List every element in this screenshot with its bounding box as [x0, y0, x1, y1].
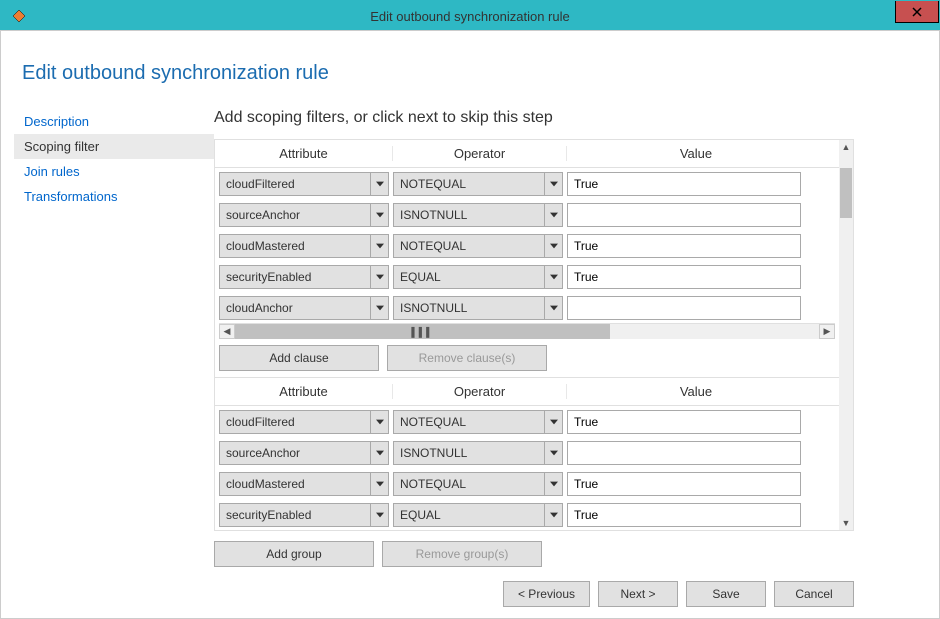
attribute-combo[interactable]: cloudFiltered	[219, 172, 389, 196]
clause-row: cloudFiltered NOTEQUAL	[215, 406, 839, 437]
save-button[interactable]: Save	[686, 581, 766, 607]
remove-clause-button[interactable]: Remove clause(s)	[387, 345, 547, 371]
value-input[interactable]	[567, 441, 801, 465]
attribute-combo[interactable]: sourceAnchor	[219, 203, 389, 227]
attribute-combo[interactable]: cloudMastered	[219, 472, 389, 496]
chevron-down-icon	[544, 473, 562, 495]
chevron-down-icon	[544, 235, 562, 257]
clause-row: securityEnabled EQUAL	[215, 261, 839, 292]
chevron-down-icon	[370, 297, 388, 319]
scoping-group: Attribute Operator Value cloudFiltered N…	[215, 377, 839, 530]
scoping-filter-groups: Attribute Operator Value cloudFiltered N…	[214, 139, 854, 531]
content-area: Add scoping filters, or click next to sk…	[214, 109, 926, 607]
chevron-down-icon	[370, 235, 388, 257]
column-value: Value	[567, 146, 825, 161]
chevron-down-icon	[370, 266, 388, 288]
value-input[interactable]	[567, 234, 801, 258]
clause-row: sourceAnchor ISNOTNULL	[215, 437, 839, 468]
operator-combo[interactable]: ISNOTNULL	[393, 441, 563, 465]
grid-header: Attribute Operator Value	[215, 140, 839, 168]
add-group-button[interactable]: Add group	[214, 541, 374, 567]
scroll-right-arrow-icon[interactable]: ▶	[819, 324, 835, 339]
chevron-down-icon	[544, 297, 562, 319]
chevron-down-icon	[370, 204, 388, 226]
attribute-combo[interactable]: cloudMastered	[219, 234, 389, 258]
chevron-down-icon	[544, 504, 562, 526]
sidebar: Description Scoping filter Join rules Tr…	[14, 109, 214, 607]
titlebar: Edit outbound synchronization rule	[1, 1, 939, 31]
attribute-combo[interactable]: cloudAnchor	[219, 296, 389, 320]
scroll-left-arrow-icon[interactable]: ◀	[219, 324, 235, 339]
value-input[interactable]	[567, 203, 801, 227]
remove-group-button[interactable]: Remove group(s)	[382, 541, 542, 567]
vertical-scrollbar[interactable]: ▲ ▼	[839, 140, 853, 530]
clause-row: sourceAnchor ISNOTNULL	[215, 199, 839, 230]
operator-combo[interactable]: EQUAL	[393, 503, 563, 527]
chevron-down-icon	[370, 504, 388, 526]
attribute-combo[interactable]: securityEnabled	[219, 503, 389, 527]
operator-combo[interactable]: NOTEQUAL	[393, 472, 563, 496]
operator-combo[interactable]: ISNOTNULL	[393, 203, 563, 227]
page-heading: Edit outbound synchronization rule	[22, 62, 926, 85]
clause-row: cloudAnchor ISNOTNULL	[215, 292, 839, 323]
chevron-down-icon	[544, 173, 562, 195]
chevron-down-icon	[370, 411, 388, 433]
operator-combo[interactable]: EQUAL	[393, 265, 563, 289]
operator-combo[interactable]: ISNOTNULL	[393, 296, 563, 320]
scoping-group: Attribute Operator Value cloudFiltered N…	[215, 140, 839, 377]
cancel-button[interactable]: Cancel	[774, 581, 854, 607]
chevron-down-icon	[544, 442, 562, 464]
add-clause-button[interactable]: Add clause	[219, 345, 379, 371]
window-title: Edit outbound synchronization rule	[1, 9, 939, 24]
chevron-down-icon	[370, 173, 388, 195]
operator-combo[interactable]: NOTEQUAL	[393, 410, 563, 434]
attribute-combo[interactable]: cloudFiltered	[219, 410, 389, 434]
chevron-down-icon	[544, 266, 562, 288]
attribute-combo[interactable]: securityEnabled	[219, 265, 389, 289]
sidebar-item-scoping-filter[interactable]: Scoping filter	[14, 134, 214, 159]
clause-row: securityEnabled EQUAL	[215, 499, 839, 530]
value-input[interactable]	[567, 172, 801, 196]
chevron-down-icon	[544, 411, 562, 433]
clause-row: cloudMastered NOTEQUAL	[215, 468, 839, 499]
horizontal-scrollbar[interactable]: ◀ ▌▌▌ ▶	[219, 323, 835, 339]
value-input[interactable]	[567, 472, 801, 496]
value-input[interactable]	[567, 503, 801, 527]
scrollbar-thumb[interactable]: ▌▌▌	[235, 324, 610, 339]
step-title: Add scoping filters, or click next to sk…	[214, 109, 926, 127]
value-input[interactable]	[567, 410, 801, 434]
next-button[interactable]: Next >	[598, 581, 678, 607]
scroll-down-arrow-icon[interactable]: ▼	[839, 516, 853, 530]
sidebar-item-description[interactable]: Description	[14, 109, 214, 134]
value-input[interactable]	[567, 265, 801, 289]
previous-button[interactable]: < Previous	[503, 581, 590, 607]
chevron-down-icon	[370, 442, 388, 464]
close-button[interactable]	[895, 1, 939, 23]
chevron-down-icon	[544, 204, 562, 226]
column-operator: Operator	[393, 146, 567, 161]
column-attribute: Attribute	[215, 146, 393, 161]
column-attribute: Attribute	[215, 384, 393, 399]
grid-header: Attribute Operator Value	[215, 378, 839, 406]
column-value: Value	[567, 384, 825, 399]
attribute-combo[interactable]: sourceAnchor	[219, 441, 389, 465]
column-operator: Operator	[393, 384, 567, 399]
scroll-up-arrow-icon[interactable]: ▲	[839, 140, 853, 154]
sidebar-item-transformations[interactable]: Transformations	[14, 184, 214, 209]
clause-row: cloudMastered NOTEQUAL	[215, 230, 839, 261]
sidebar-item-join-rules[interactable]: Join rules	[14, 159, 214, 184]
operator-combo[interactable]: NOTEQUAL	[393, 172, 563, 196]
value-input[interactable]	[567, 296, 801, 320]
operator-combo[interactable]: NOTEQUAL	[393, 234, 563, 258]
scrollbar-thumb[interactable]	[840, 168, 852, 218]
clause-row: cloudFiltered NOTEQUAL	[215, 168, 839, 199]
dialog-window: Edit outbound synchronization rule Edit …	[0, 0, 940, 619]
chevron-down-icon	[370, 473, 388, 495]
